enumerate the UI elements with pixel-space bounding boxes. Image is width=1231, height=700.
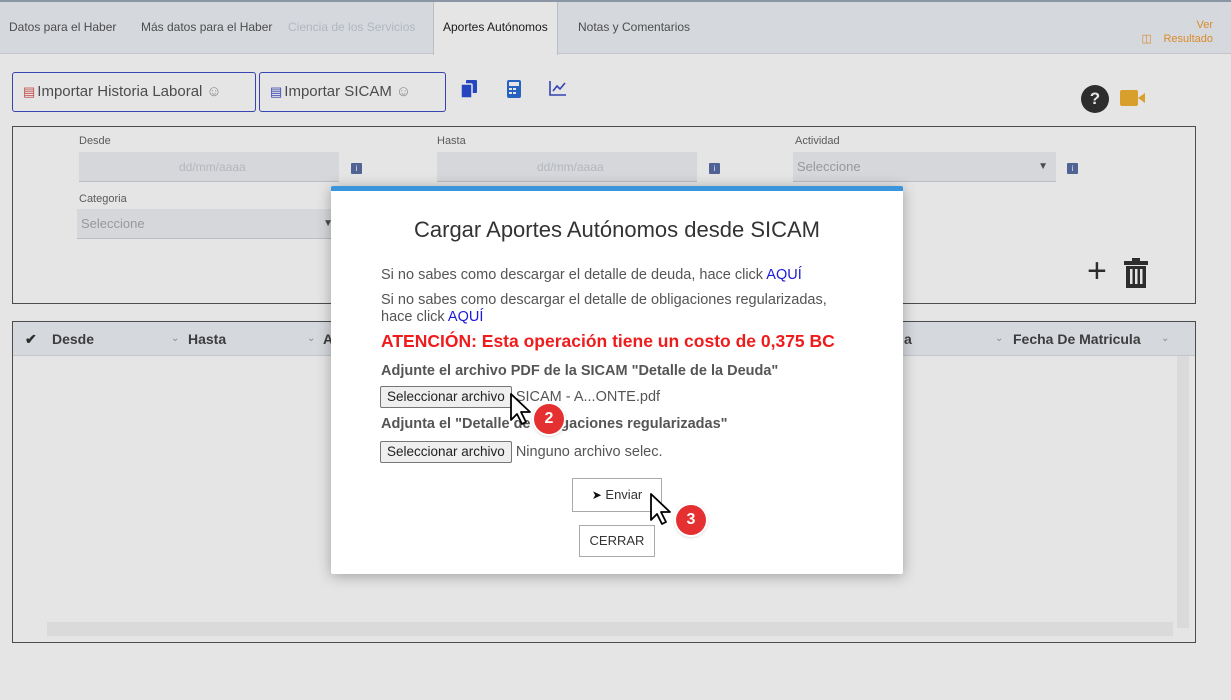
help-line-obligaciones-cont: hace click AQUÍ [381, 309, 484, 325]
aqui-link-deuda[interactable]: AQUÍ [766, 267, 801, 283]
no-file-selected-text: Ninguno archivo selec. [515, 444, 663, 460]
aqui-link-obligaciones[interactable]: AQUÍ [448, 309, 483, 325]
mouse-pointer-icon [510, 393, 531, 425]
step-badge-3: 3 [676, 505, 706, 535]
file-input-obligaciones: Seleccionar archivo Ninguno archivo selec… [380, 441, 663, 463]
select-file-button-obligaciones[interactable]: Seleccionar archivo [380, 441, 512, 463]
modal-title: Cargar Aportes Autónomos desde SICAM [414, 217, 820, 242]
cost-warning: ATENCIÓN: Esta operación tiene un costo … [381, 331, 835, 351]
close-button[interactable]: CERRAR [579, 525, 655, 557]
attach-pdf-label: Adjunte el archivo PDF de la SICAM "Deta… [381, 363, 779, 379]
selected-file-name: SICAM - A...ONTE.pdf [515, 389, 661, 405]
mouse-pointer-icon [650, 493, 671, 525]
sicam-modal: Cargar Aportes Autónomos desde SICAM Si … [331, 186, 903, 574]
help-line-deuda: Si no sabes como descargar el detalle de… [381, 267, 802, 283]
select-file-button-deuda[interactable]: Seleccionar archivo [380, 386, 512, 408]
help-line-obligaciones: Si no sabes como descargar el detalle de… [381, 292, 827, 308]
step-badge-2: 2 [534, 404, 564, 434]
paper-plane-icon: ➤ [591, 488, 602, 502]
